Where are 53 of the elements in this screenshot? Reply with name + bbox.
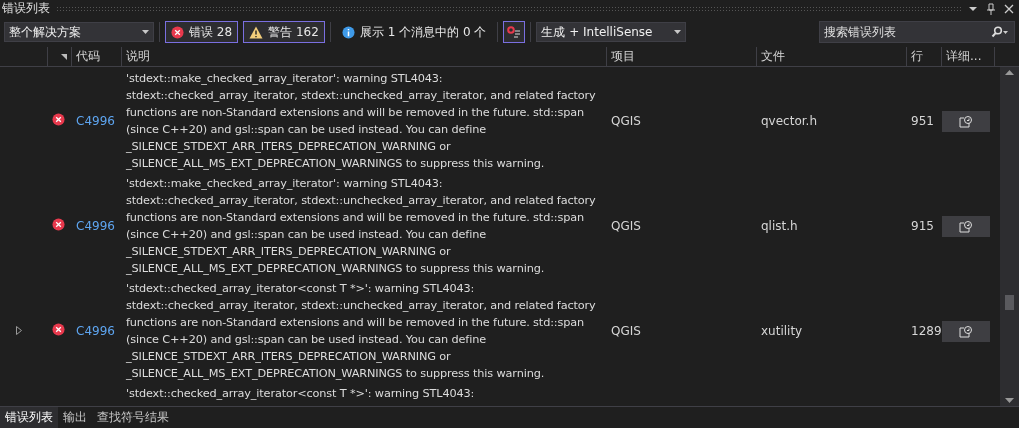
panel-tab[interactable]: 查找符号结果 [92,407,174,428]
error-filter-button[interactable]: 错误 28 [165,21,239,43]
file-name: xutility [761,324,803,338]
scroll-down-icon[interactable] [1005,398,1014,403]
column-header[interactable]: 项目 [611,48,635,65]
scroll-up-icon[interactable] [1005,70,1014,75]
panel-tab[interactable]: 错误列表 [0,407,58,428]
popout-icon [959,219,973,233]
panel-tab[interactable]: 输出 [58,407,92,428]
error-row[interactable]: 'stdext::checked_array_iterator<const T *>': warning STL4043: [0,385,1000,402]
filter-list-icon [507,25,522,39]
description-text: 'stdext::checked_array_iterator<const T *>': warning STL4043: stdext::checked_array_iterator, stdext::unchecked_array_iterator, and related factory functions are non-Standard extensions and will be removed in the future. std::span (since C++20) and gsl::span can be used instead. You can define _SILENCE_STDEXT_ARR_ITERS_DEPRECATION_WARNING or _SILENCE_ALL_MS_EXT_DEPRECATION_WARNINGS to suppress this warning. [125,281,597,382]
dropdown-caret-icon [142,30,149,34]
source-dropdown[interactable]: 生成 + IntelliSense [536,22,687,42]
dropdown-caret-icon [674,30,682,34]
scope-dropdown[interactable]: 整个解决方案 [4,22,154,42]
scrollbar[interactable] [1000,67,1019,406]
line-number: 1289 [911,324,942,338]
details-button[interactable] [942,110,990,132]
warning-icon [249,25,264,39]
error-code-link[interactable]: C4996 [76,219,115,233]
project-name: QGIS [611,114,641,128]
column-header[interactable]: 文件 [761,48,785,65]
error-code-link[interactable]: C4996 [76,324,115,338]
sort-icon[interactable] [61,53,67,60]
warning-filter-button[interactable]: 警告 162 [243,21,325,43]
panel-title: 错误列表 [2,0,50,17]
column-header[interactable]: 代码 [76,48,100,65]
scrollbar-thumb[interactable] [1005,295,1014,310]
pin-icon[interactable] [985,2,997,15]
line-number: 915 [911,219,934,233]
popout-icon [959,114,973,128]
popout-icon [959,324,973,338]
file-name: qvector.h [761,114,817,128]
project-name: QGIS [611,219,641,233]
column-header[interactable]: 说明 [126,48,150,65]
description-text: 'stdext::checked_array_iterator<const T *>': warning STL4043: [125,386,476,402]
details-button[interactable] [942,215,990,237]
description-text: 'stdext::make_checked_array_iterator': warning STL4043: stdext::checked_array_iterator, stdext::unchecked_array_iterator, and related factory functions are non-Standard extensions and will be removed in the future. std::span (since C++20) and gsl::span can be used instead. You can define _SILENCE_STDEXT_ARR_ITERS_DEPRECATION_WARNING or _SILENCE_ALL_MS_EXT_DEPRECATION_WARNINGS to suppress this warning. [125,71,597,172]
project-name: QGIS [611,324,641,338]
error-code-link[interactable]: C4996 [76,114,115,128]
column-header[interactable]: 详细... [946,48,982,65]
details-button[interactable] [942,320,990,342]
info-filter-button[interactable]: 展示 1 个消息中的 0 个 [335,21,493,43]
description-text: 'stdext::make_checked_array_iterator': warning STL4043: stdext::checked_array_iterator, stdext::unchecked_array_iterator, and related factory functions are non-Standard extensions and will be removed in the future. std::span (since C++20) and gsl::span can be used instead. You can define _SILENCE_STDEXT_ARR_ITERS_DEPRECATION_WARNING or _SILENCE_ALL_MS_EXT_DEPRECATION_WARNINGS to suppress this warning. [125,176,597,277]
file-name: qlist.h [761,219,798,233]
expand-arrow-icon[interactable] [16,326,22,335]
filter-button[interactable] [503,21,526,43]
error-icon [171,25,184,39]
close-icon[interactable] [1003,2,1015,15]
info-icon [341,25,355,39]
line-number: 951 [911,114,934,128]
column-header[interactable]: 行 [911,48,923,65]
